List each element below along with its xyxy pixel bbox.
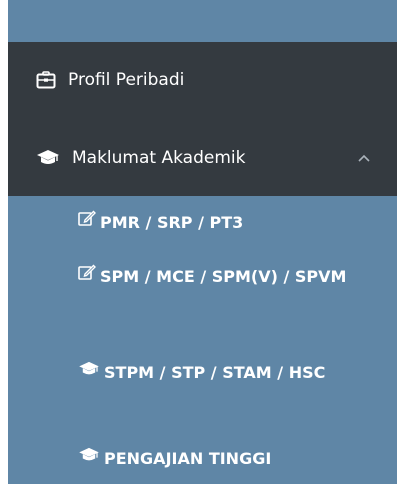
graduation-cap-icon <box>78 443 100 473</box>
sidebar-item-maklumat-akademik[interactable]: Maklumat Akademik <box>8 136 397 180</box>
chevron-up-icon[interactable] <box>349 154 379 163</box>
sidebar-item-label: Maklumat Akademik <box>72 148 246 168</box>
id-card-icon <box>36 71 56 89</box>
edit-icon <box>78 261 96 291</box>
sidebar-item-profil-peribadi[interactable]: Profil Peribadi <box>8 58 397 102</box>
sidebar-item-label: Profil Peribadi <box>68 70 185 90</box>
submenu-item-label: SPM / MCE / SPM(V) / SPVM <box>100 267 347 286</box>
graduation-cap-icon <box>78 357 100 387</box>
sidebar-menu: Profil Peribadi Maklumat Akademik PMR / … <box>8 0 397 484</box>
submenu-item-pmr-srp-pt3[interactable]: PMR / SRP / PT3 <box>78 208 378 239</box>
submenu-item-label: PMR / SRP / PT3 <box>100 213 244 232</box>
sidebar-top-strip <box>8 0 397 42</box>
submenu-item-pengajian-tinggi[interactable]: PENGAJIAN TINGGI <box>78 444 378 475</box>
submenu-item-label: PENGAJIAN TINGGI <box>104 449 272 468</box>
edit-icon <box>78 207 96 237</box>
submenu-item-stpm-stp-stam-hsc[interactable]: STPM / STP / STAM / HSC <box>78 358 378 389</box>
submenu-item-label: STPM / STP / STAM / HSC <box>104 363 326 382</box>
graduation-cap-icon <box>36 149 60 167</box>
submenu-item-spm-mce-spmv-spvm[interactable]: SPM / MCE / SPM(V) / SPVM <box>78 262 378 293</box>
